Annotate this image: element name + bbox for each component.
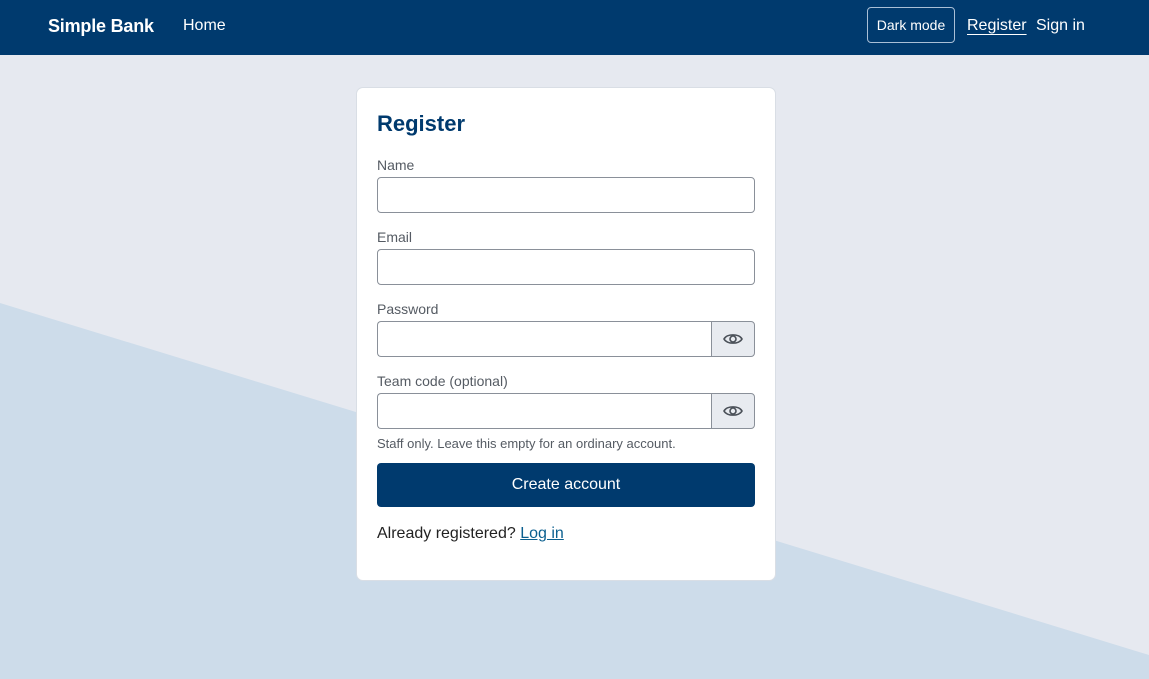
top-navbar: Simple Bank Home Dark mode Register Sign… bbox=[0, 0, 1149, 55]
email-label: Email bbox=[377, 229, 413, 245]
eye-icon bbox=[723, 334, 743, 344]
password-label: Password bbox=[377, 301, 439, 317]
nav-sign-in-link[interactable]: Sign in bbox=[1036, 17, 1085, 35]
register-title: Register bbox=[377, 111, 466, 136]
register-card: Register Name Email Password Team code (… bbox=[356, 87, 776, 581]
login-prompt: Already registered? Log in bbox=[377, 525, 564, 543]
eye-icon bbox=[723, 406, 743, 416]
log-in-link[interactable]: Log in bbox=[520, 525, 564, 542]
team-code-visibility-toggle[interactable] bbox=[711, 393, 755, 429]
create-account-button[interactable]: Create account bbox=[377, 463, 755, 507]
nav-home-link[interactable]: Home bbox=[183, 17, 226, 35]
nav-register-link[interactable]: Register bbox=[967, 17, 1027, 35]
name-label: Name bbox=[377, 157, 415, 173]
brand-link[interactable]: Simple Bank bbox=[48, 16, 154, 37]
password-visibility-toggle[interactable] bbox=[711, 321, 755, 357]
team-code-help-text: Staff only. Leave this empty for an ordi… bbox=[377, 436, 676, 451]
password-input[interactable] bbox=[377, 321, 711, 357]
name-input[interactable] bbox=[377, 177, 755, 213]
team-code-label: Team code (optional) bbox=[377, 373, 508, 389]
team-code-input[interactable] bbox=[377, 393, 711, 429]
already-registered-text: Already registered? bbox=[377, 525, 516, 542]
dark-mode-button[interactable]: Dark mode bbox=[867, 7, 955, 43]
email-input[interactable] bbox=[377, 249, 755, 285]
